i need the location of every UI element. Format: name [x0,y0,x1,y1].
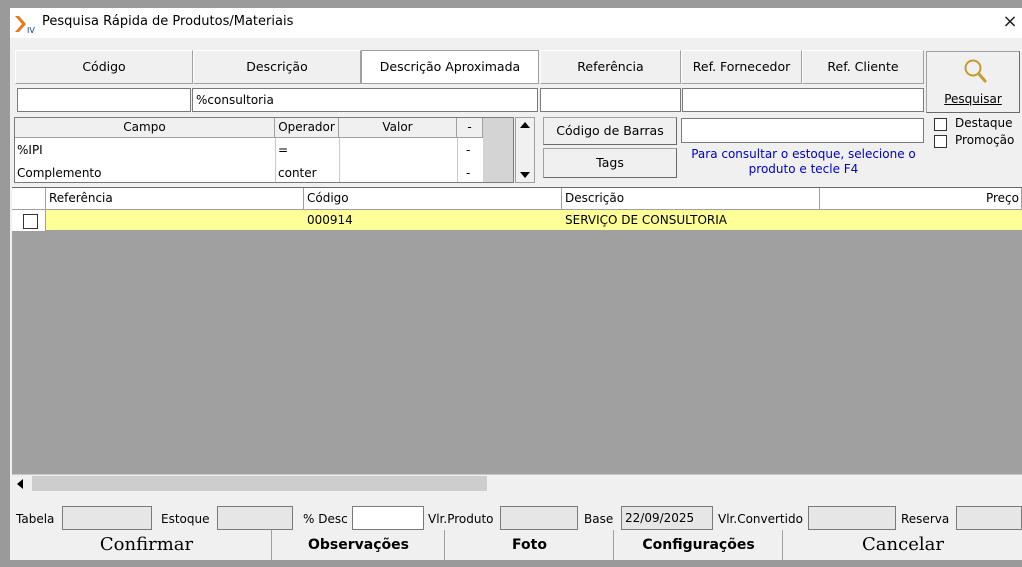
app-logo-icon: IV [14,14,38,35]
grid-header-codigo[interactable]: Código [304,188,562,210]
reserva-field [956,506,1022,530]
magnifier-icon [964,59,987,83]
promocao-label: Promoção [955,133,1015,147]
tab-descricao-aproximada[interactable]: Descrição Aproximada [361,50,539,84]
filter-divider [275,138,276,182]
filter-row-remove[interactable]: - [466,143,476,157]
vlr-produto-field [500,506,578,530]
filter-header-valor: Valor [339,118,457,138]
tabela-field [62,506,152,530]
photo-button-label: Foto [512,537,547,553]
filter-empty-column [483,118,513,182]
filter-header-campo: Campo [15,118,275,138]
settings-button-label: Configurações [642,537,755,553]
vlr-produto-label: Vlr.Produto [428,512,494,526]
desc-input[interactable] [352,506,424,530]
grid-header-referencia[interactable]: Referência [46,188,304,210]
scroll-thumb[interactable] [32,476,487,491]
window-frame-left [0,0,10,567]
window-frame-bottom [0,560,1022,567]
window-frame-top [0,0,1022,8]
stock-hint: Para consultar o estoque, selecione o pr… [691,147,916,176]
filter-divider [339,138,340,182]
base-label: Base [584,512,614,526]
filter-row-campo[interactable]: Complemento [17,166,267,180]
tabela-label: Tabela [16,512,55,526]
search-button[interactable]: Pesquisar [926,51,1020,113]
grid-horizontal-scrollbar[interactable] [12,474,1022,492]
row-checkbox[interactable] [23,214,38,229]
grid-header-preco[interactable]: Preço [820,188,1022,210]
search-input-ref-fornecedor[interactable] [682,88,924,112]
search-button-label: Pesquisar [944,92,1002,106]
tags-button[interactable]: Tags [543,148,677,178]
tab-ref-fornecedor[interactable]: Ref. Fornecedor [681,50,802,84]
vlr-convertido-label: Vlr.Convertido [718,512,803,526]
estoque-label: Estoque [161,512,210,526]
results-grid [12,187,1022,490]
filter-row-campo[interactable]: %IPI [17,143,267,157]
confirm-button-label: Confirmar [99,534,194,555]
filter-row-operador[interactable]: = [278,143,336,157]
barcode-input[interactable] [681,118,924,143]
photo-button[interactable]: Foto [446,530,614,560]
observations-button[interactable]: Observações [273,530,445,560]
filter-header-operador: Operador [275,118,339,138]
scroll-down-icon[interactable] [520,172,530,178]
filter-scrollbar[interactable] [515,117,535,183]
row-codigo[interactable]: 000914 [307,213,557,227]
base-field: 22/09/2025 [621,506,713,530]
grid-header-check [12,188,46,210]
tab-descricao[interactable]: Descrição [193,50,361,84]
filter-row-remove[interactable]: - [466,166,476,180]
confirm-button[interactable]: Confirmar [22,530,272,560]
filter-header-remove: - [457,118,483,138]
settings-button[interactable]: Configurações [615,530,783,560]
scroll-left-icon[interactable] [17,479,23,489]
filter-divider [457,138,458,182]
row-selector[interactable] [12,210,46,231]
grid-header-descricao[interactable]: Descrição [562,188,820,210]
search-input-descricao[interactable]: %consultoria [192,88,538,112]
row-descricao[interactable]: SERVIÇO DE CONSULTORIA [565,213,815,227]
close-icon[interactable]: × [998,8,1022,36]
filter-row-operador[interactable]: conter [278,166,336,180]
search-input-codigo[interactable] [17,88,191,112]
window-title: Pesquisa Rápida de Produtos/Materiais [42,14,294,29]
tab-codigo[interactable]: Código [15,50,193,84]
cancel-button[interactable]: Cancelar [784,530,1022,560]
promocao-checkbox[interactable] [934,135,947,148]
search-input-referencia[interactable] [540,88,681,112]
reserva-label: Reserva [901,512,950,526]
observations-button-label: Observações [308,537,409,553]
tab-ref-cliente[interactable]: Ref. Cliente [802,50,924,84]
scroll-up-icon[interactable] [520,122,530,128]
destaque-label: Destaque [955,116,1013,130]
barcode-button[interactable]: Código de Barras [543,117,677,145]
destaque-checkbox[interactable] [934,118,947,131]
desc-label: % Desc [303,512,348,526]
svg-text:IV: IV [27,26,35,34]
cancel-button-label: Cancelar [862,534,944,555]
vlr-convertido-field [808,506,896,530]
estoque-field [217,506,293,530]
tab-referencia[interactable]: Referência [540,50,681,84]
